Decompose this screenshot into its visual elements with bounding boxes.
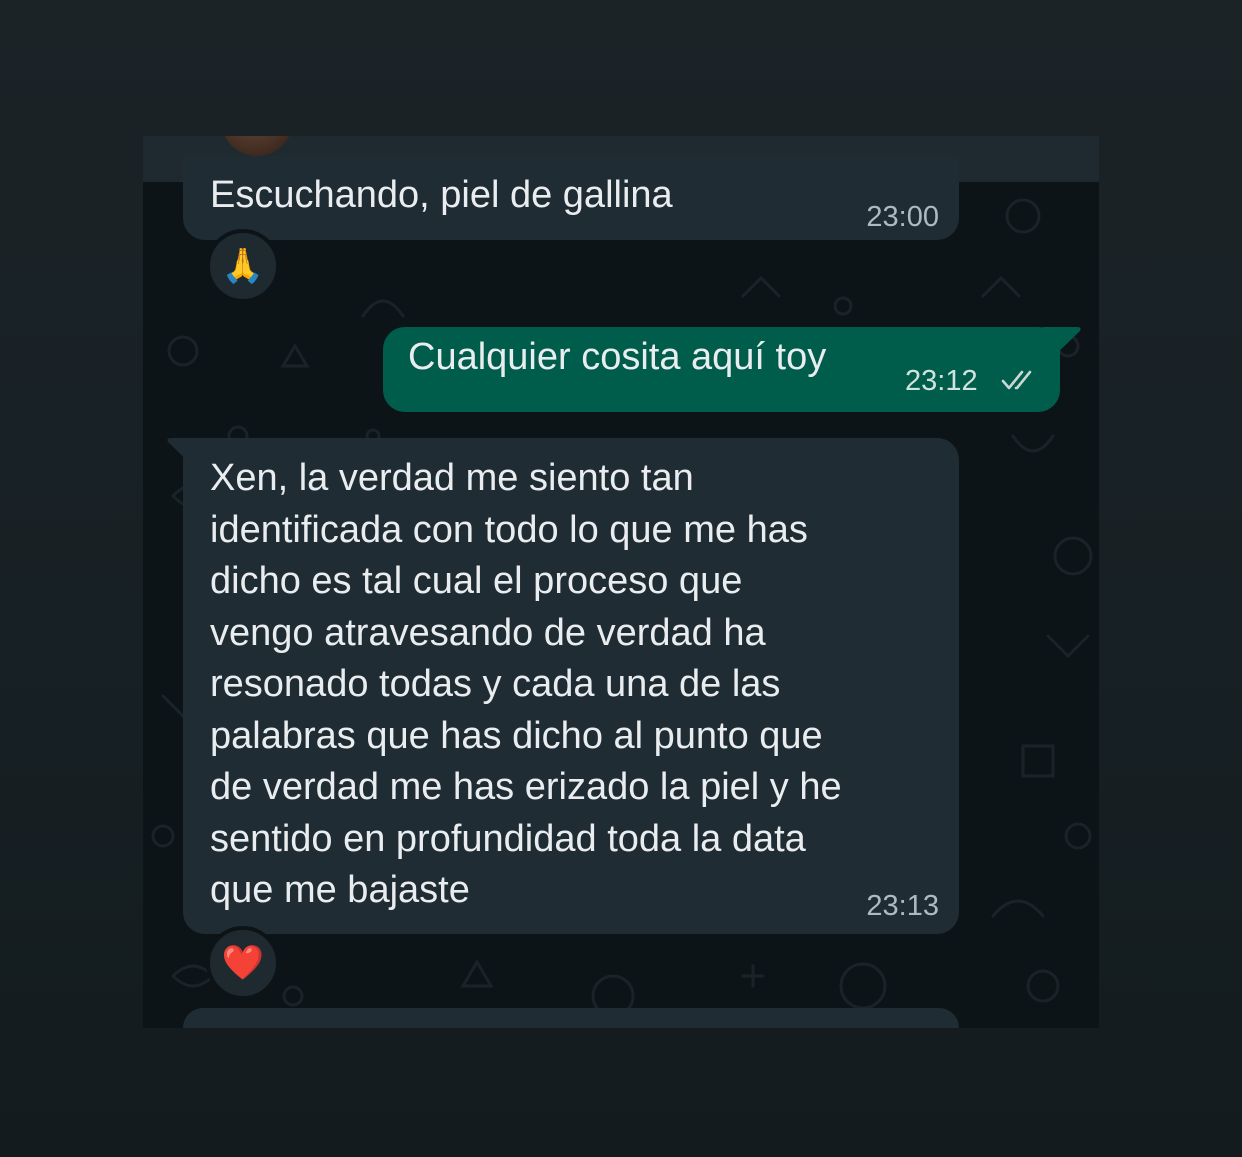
message-line: palabras que has dicho al punto que [210,714,823,757]
chat-panel[interactable]: Escuchando, piel de gallina 23:00 🙏 Cual… [143,136,1099,1028]
message-reaction[interactable]: 🙏 [206,229,280,303]
message-text: Escuchando, piel de gallina [210,174,673,216]
message-text: Cualquier cosita aquí toy [408,336,827,378]
folded-hands-emoji: 🙏 [221,247,265,285]
message-time: 23:00 [866,201,939,233]
message-bubble-outgoing[interactable]: Cualquier cosita aquí toy 23:12 [383,327,1060,412]
message-text: Xen, la verdad me siento tan identificad… [210,453,842,917]
message-bubble-incoming[interactable]: Xen, la verdad me siento tan identificad… [183,438,959,934]
red-heart-emoji: ❤️ [221,944,265,982]
message-line: que me bajaste [210,869,470,911]
message-line: identificada con todo lo que me has [210,508,808,551]
message-line: sentido en profundidad toda la data [210,817,806,860]
bubble-tail [1043,327,1081,357]
message-line: de verdad me has erizado la piel y he [210,766,842,808]
message-bubble-partial [183,1008,959,1028]
message-line: resonado todas y cada una de las [210,663,781,705]
message-time: 23:13 [866,890,939,922]
message-line: Xen, la verdad me siento tan [210,457,694,499]
avatar [221,136,293,156]
message-time: 23:12 [905,365,978,397]
message-line: vengo atravesando de verdad ha [210,611,766,654]
message-bubble-incoming[interactable]: Escuchando, piel de gallina 23:00 [183,156,959,240]
message-reaction[interactable]: ❤️ [206,926,280,1000]
message-line: dicho es tal cual el proceso que [210,560,743,602]
double-check-icon [1001,370,1032,390]
